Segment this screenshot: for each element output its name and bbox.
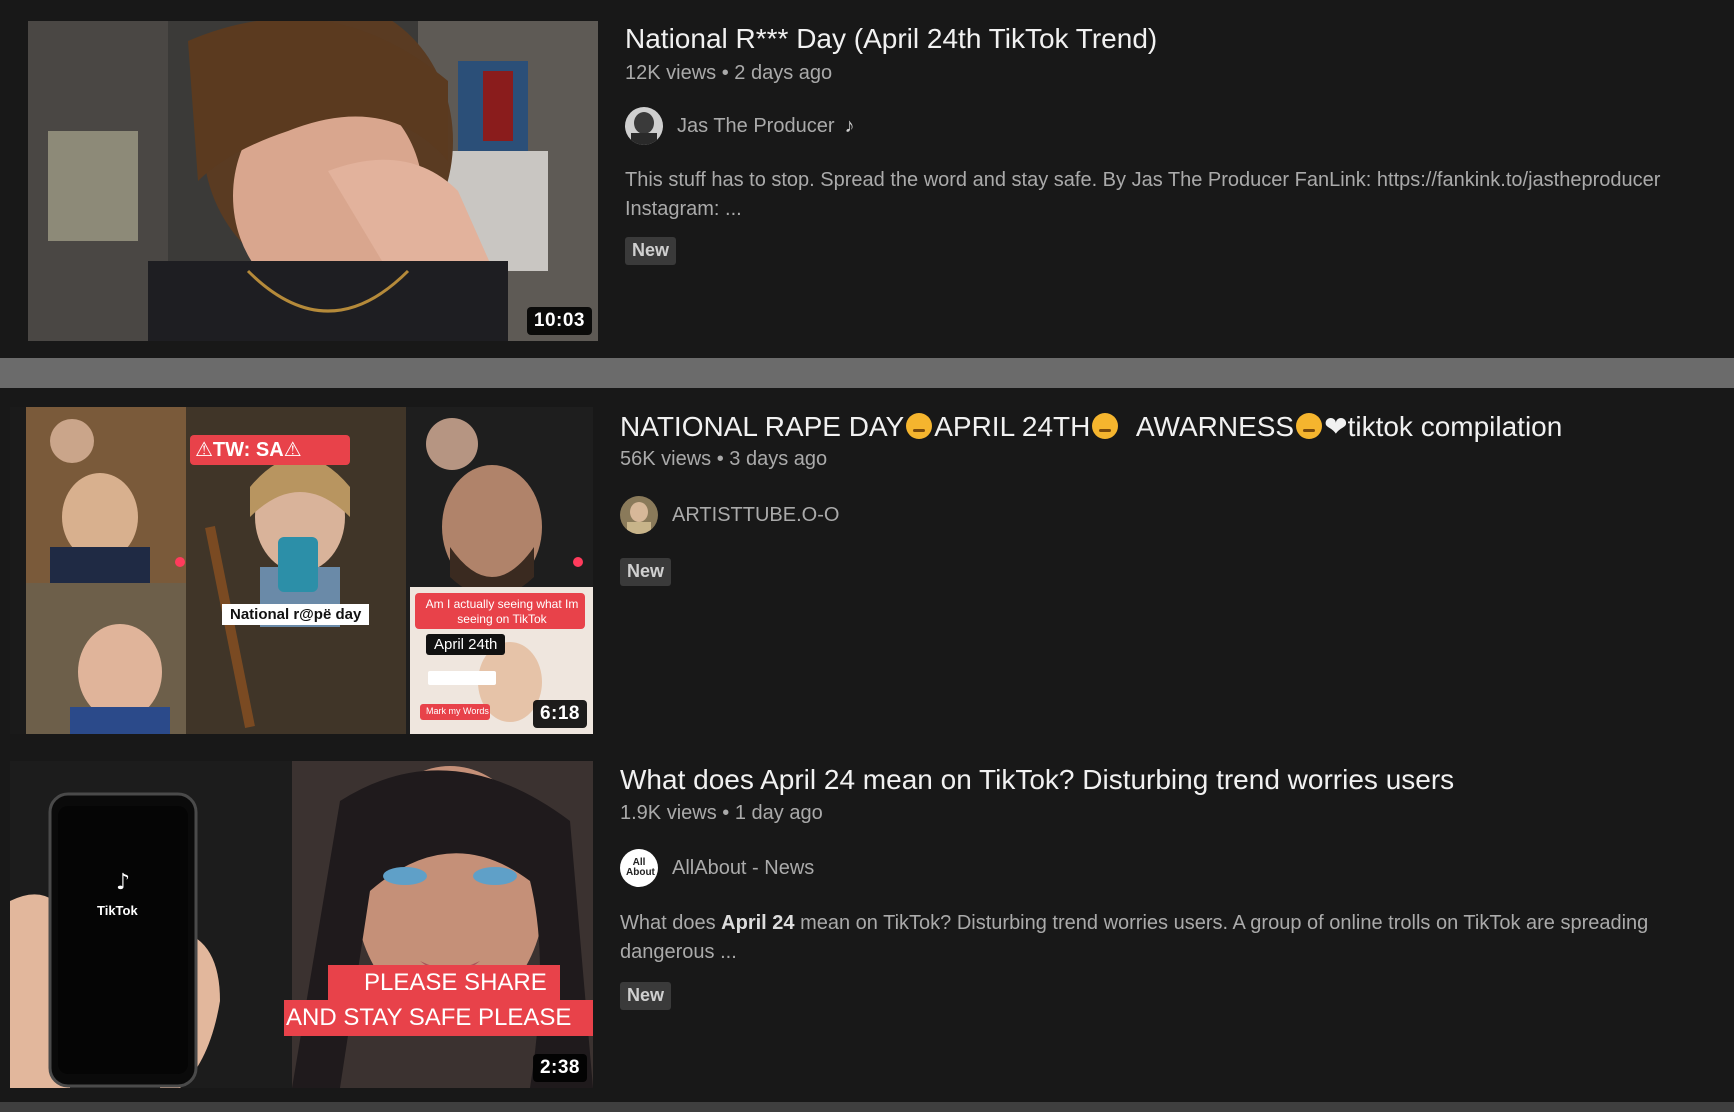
thumb-words-label: Mark my Words <box>426 706 489 716</box>
upload-age: 2 days ago <box>734 62 833 84</box>
meta-separator: • <box>721 62 729 84</box>
video-description: This stuff has to stop. Spread the word … <box>625 169 1661 220</box>
duration-badge: 6:18 <box>532 700 587 728</box>
video-title[interactable]: NATIONAL RAPE DAY APRIL 24TH AWARNESS ❤tik… <box>620 410 1562 443</box>
video-thumbnail[interactable]: ♪ TikTok PLEASE SHARE AND STAY SAFE PLEA… <box>10 761 593 1088</box>
video-meta: 12K views • 2 days ago <box>625 62 832 85</box>
channel-avatar[interactable] <box>625 107 663 145</box>
view-count: 1.9K views <box>620 802 717 824</box>
video-meta: 1.9K views • 1 day ago <box>620 802 823 825</box>
frustrated-emoji-icon <box>906 413 933 439</box>
meta-separator: • <box>716 448 724 470</box>
new-badge: New <box>620 982 672 1010</box>
thumb-tw-label: ⚠TW: SA⚠ <box>195 439 302 461</box>
thumbnail-image: ♪ <box>10 761 593 1088</box>
thumb-seeing-label: Am I actually seeing what Im seeing on T… <box>425 597 579 626</box>
bottom-divider <box>0 1102 1734 1112</box>
duration-badge: 2:38 <box>532 1054 587 1082</box>
svg-text:♪: ♪ <box>116 870 130 895</box>
meta-separator: • <box>722 802 730 824</box>
thumb-national-label: National r@pë day <box>222 604 370 625</box>
heart-icon: ❤ <box>1324 411 1348 442</box>
video-thumbnail[interactable]: ⚠TW: SA⚠ National r@pë day Am I actually… <box>10 407 593 734</box>
channel-row[interactable]: All About AllAbout - News <box>620 848 814 888</box>
video-title[interactable]: National R*** Day (April 24th TikTok Tre… <box>625 23 1157 55</box>
section-divider <box>0 358 1734 388</box>
upload-age: 3 days ago <box>729 448 828 470</box>
channel-name[interactable]: ARTISTTUBE.O-O <box>672 504 839 527</box>
video-description: What does April 24 mean on TikTok? Distu… <box>620 912 1649 963</box>
crying-emoji-icon <box>1092 413 1119 439</box>
thumb-share-label-2: AND STAY SAFE PLEASE <box>286 1004 572 1031</box>
upload-age: 1 day ago <box>734 802 823 824</box>
channel-avatar[interactable] <box>620 496 658 534</box>
video-thumbnail[interactable]: 10:03 <box>28 21 598 341</box>
thumb-tiktok-label: TikTok <box>97 903 138 918</box>
channel-name[interactable]: Jas The Producer <box>677 115 835 138</box>
new-badge: New <box>625 237 677 265</box>
channel-avatar[interactable]: All About <box>620 849 658 887</box>
video-title[interactable]: What does April 24 mean on TikTok? Distu… <box>620 764 1454 796</box>
music-note-icon: ♪ <box>844 114 855 137</box>
channel-name[interactable]: AllAbout - News <box>672 857 814 880</box>
channel-row[interactable]: ARTISTTUBE.O-O <box>620 495 839 535</box>
thumb-share-label-1: PLEASE SHARE <box>364 969 547 996</box>
video-meta: 56K views • 3 days ago <box>620 448 827 471</box>
view-count: 12K views <box>625 62 717 84</box>
pleading-emoji-icon <box>1296 413 1323 439</box>
new-badge: New <box>620 558 672 586</box>
view-count: 56K views <box>620 448 712 470</box>
results-list: ⚠TW: SA⚠ National r@pë day Am I actually… <box>0 388 1734 1102</box>
duration-badge: 10:03 <box>526 307 592 335</box>
avatar-text: All About <box>626 857 655 878</box>
thumb-april-label: April 24th <box>426 634 506 655</box>
thumbnail-image <box>28 21 598 341</box>
video-result-1: 10:03 National R*** Day (April 24th TikT… <box>0 0 1734 358</box>
channel-row[interactable]: Jas The Producer ♪ <box>625 106 855 146</box>
